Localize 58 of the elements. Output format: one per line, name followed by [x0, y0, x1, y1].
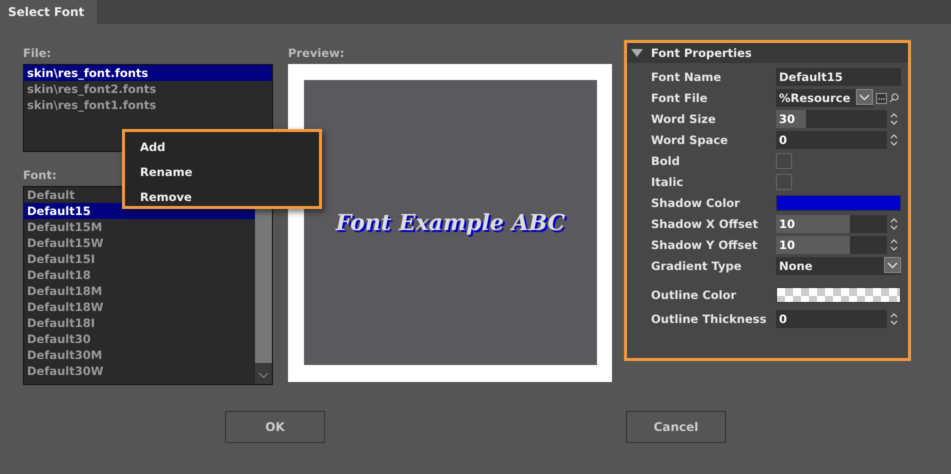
chevron-down-icon: [859, 94, 870, 100]
number-field[interactable]: 0: [776, 310, 887, 328]
color-swatch[interactable]: [776, 287, 901, 303]
menu-item[interactable]: Add: [140, 138, 310, 157]
property-label: Outline Color: [651, 288, 738, 302]
collapse-icon[interactable]: [631, 49, 643, 57]
property-label: Shadow Y Offset: [651, 238, 759, 252]
spin-arrows-icon[interactable]: [890, 113, 898, 125]
cancel-button[interactable]: Cancel: [626, 411, 726, 443]
preview-label: Preview:: [288, 46, 344, 60]
checkbox[interactable]: [776, 153, 792, 169]
file-label: File:: [23, 46, 52, 60]
number-field[interactable]: 0: [776, 131, 887, 149]
font-item[interactable]: Default15W: [24, 235, 255, 251]
panel-title: Font Properties: [651, 46, 752, 60]
dropdown-field[interactable]: None: [776, 257, 901, 275]
spin-arrows-icon[interactable]: [890, 134, 898, 146]
property-label: Font File: [651, 91, 709, 105]
property-label: Gradient Type: [651, 259, 743, 273]
property-label: Word Space: [651, 133, 729, 147]
checkbox[interactable]: [776, 174, 792, 190]
menu-item[interactable]: Rename: [140, 163, 310, 182]
dropdown-field[interactable]: %Resource: [776, 89, 873, 107]
text-field[interactable]: Default15: [776, 68, 901, 86]
ok-button[interactable]: OK: [225, 411, 325, 443]
property-label: Shadow X Offset: [651, 217, 760, 231]
font-item[interactable]: Default18I: [24, 315, 255, 331]
font-item[interactable]: Default15I: [24, 251, 255, 267]
font-item[interactable]: Default18M: [24, 283, 255, 299]
number-field[interactable]: 10: [776, 215, 887, 233]
property-label: Bold: [651, 154, 681, 168]
number-field[interactable]: 10: [776, 236, 887, 254]
property-label: Word Size: [651, 112, 717, 126]
property-label: Outline Thickness: [651, 312, 768, 326]
property-label: Shadow Color: [651, 196, 741, 210]
property-label: Italic: [651, 175, 684, 189]
color-swatch[interactable]: [776, 195, 901, 211]
window-title: Select Font: [0, 0, 97, 24]
number-field[interactable]: 30: [776, 110, 887, 128]
font-label: Font:: [23, 168, 57, 182]
file-item[interactable]: skin\res_font1.fonts: [24, 97, 272, 113]
chevron-down-icon: [887, 262, 898, 268]
spin-arrows-icon[interactable]: [890, 218, 898, 230]
file-item[interactable]: skin\res_font.fonts: [24, 65, 272, 81]
font-item[interactable]: Default30M: [24, 347, 255, 363]
font-item[interactable]: Default18W: [24, 299, 255, 315]
ellipsis-icon[interactable]: [876, 92, 887, 104]
search-icon[interactable]: [889, 93, 899, 103]
property-label: Font Name: [651, 70, 722, 84]
file-item[interactable]: skin\res_font2.fonts: [24, 81, 272, 97]
font-item[interactable]: Default30: [24, 331, 255, 347]
spin-arrows-icon[interactable]: [890, 313, 898, 325]
preview-text: Font Example ABC: [336, 210, 566, 236]
spin-arrows-icon[interactable]: [890, 239, 898, 251]
font-item[interactable]: Default30W: [24, 363, 255, 379]
font-item[interactable]: Default18: [24, 267, 255, 283]
chevron-down-icon[interactable]: [258, 372, 269, 379]
font-item[interactable]: Default15M: [24, 219, 255, 235]
